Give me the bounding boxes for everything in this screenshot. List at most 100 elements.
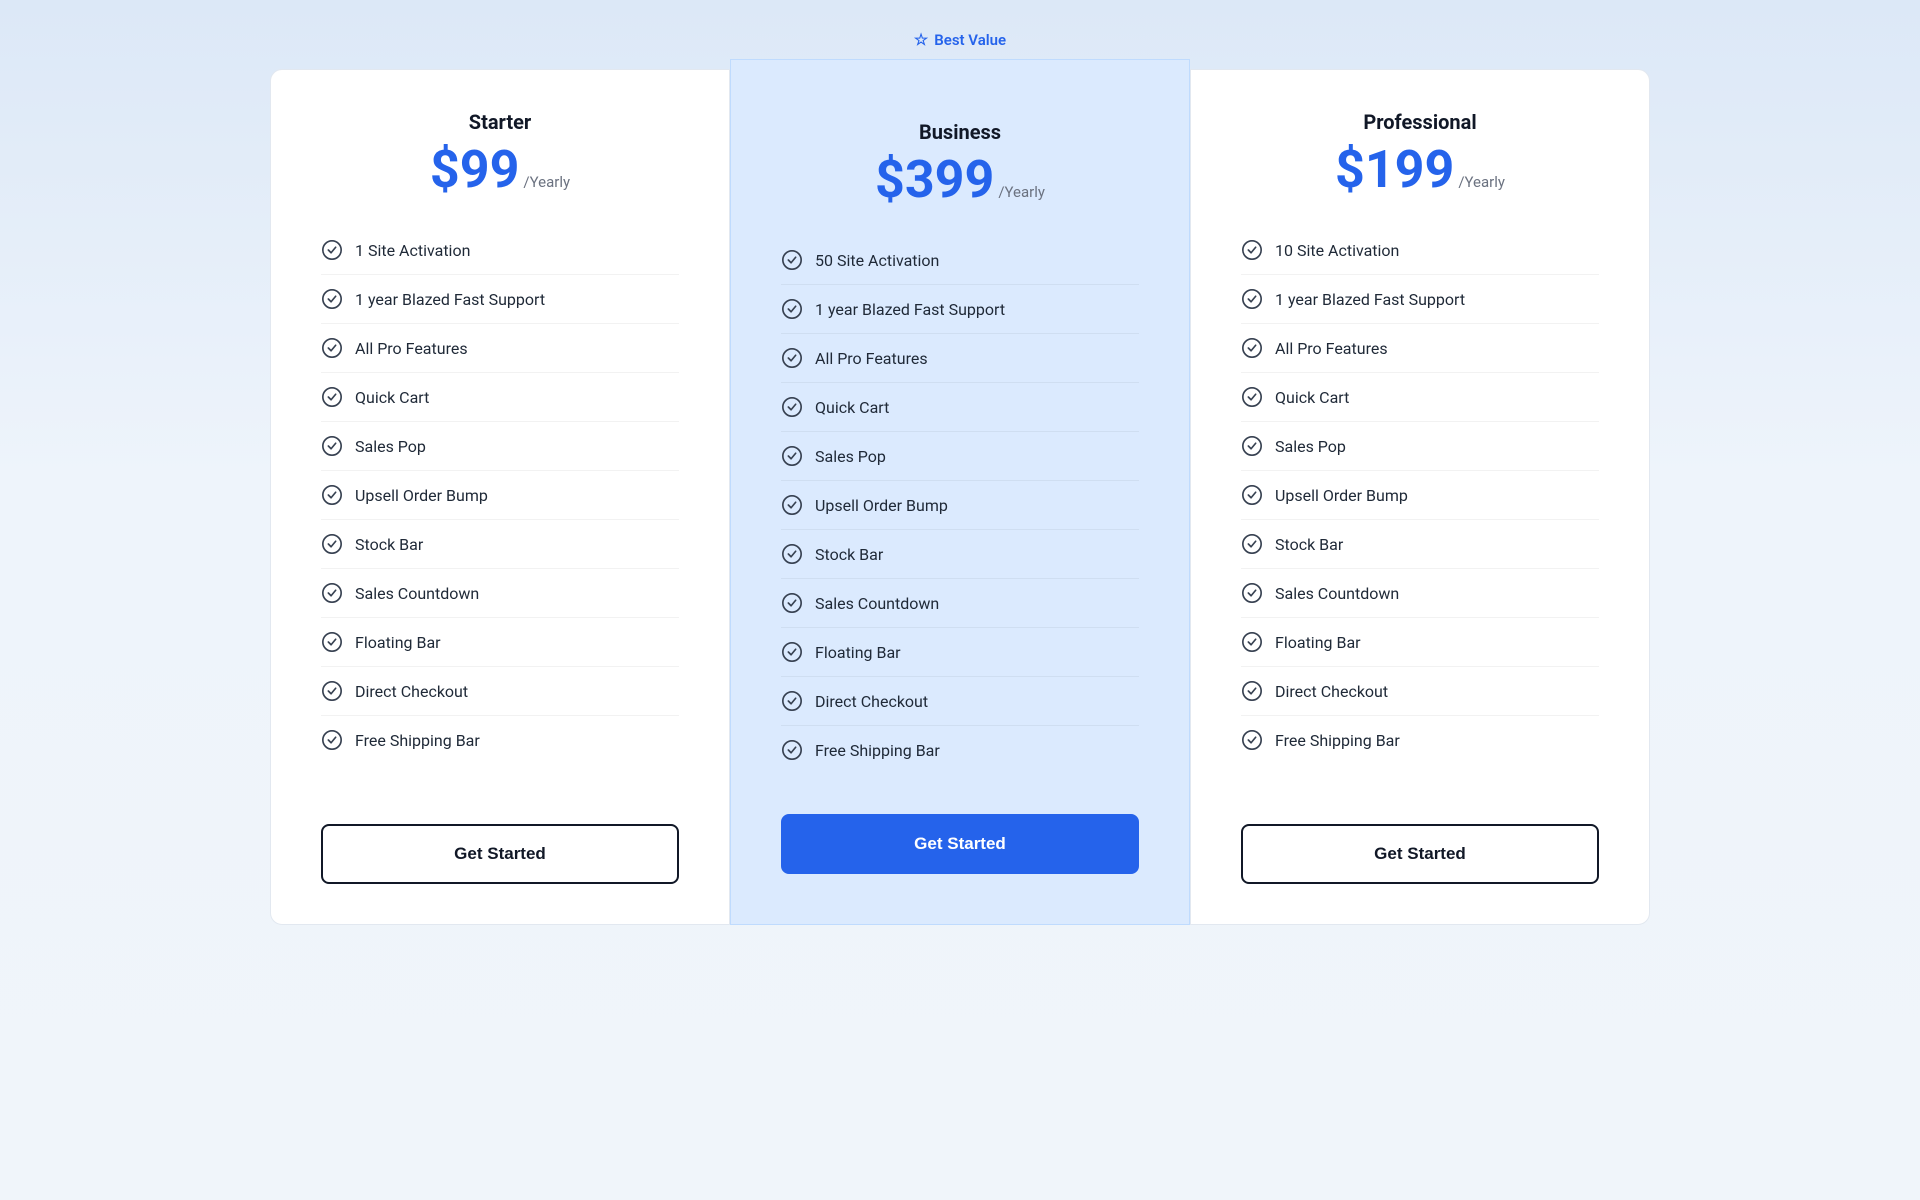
feature-item: 10 Site Activation <box>1241 226 1599 275</box>
check-circle-icon <box>321 239 343 261</box>
feature-label: Sales Countdown <box>815 594 939 613</box>
feature-item: Sales Countdown <box>321 569 679 618</box>
feature-item: Upsell Order Bump <box>321 471 679 520</box>
feature-item: Sales Pop <box>781 432 1139 481</box>
features-list-starter: 1 Site Activation 1 year Blazed Fast Sup… <box>321 226 679 784</box>
feature-item: All Pro Features <box>1241 324 1599 373</box>
feature-label: Free Shipping Bar <box>1275 731 1400 750</box>
feature-item: Quick Cart <box>781 383 1139 432</box>
check-circle-icon <box>321 533 343 555</box>
check-circle-icon <box>781 347 803 369</box>
check-circle-icon <box>321 582 343 604</box>
feature-item: All Pro Features <box>781 334 1139 383</box>
plan-period-professional: /Yearly <box>1458 173 1505 191</box>
get-started-button-business[interactable]: Get Started <box>781 814 1139 874</box>
feature-label: Free Shipping Bar <box>815 741 940 760</box>
plan-price-row-business: $399/Yearly <box>781 154 1139 206</box>
check-circle-icon <box>781 445 803 467</box>
feature-label: Floating Bar <box>355 633 441 652</box>
check-circle-icon <box>321 386 343 408</box>
plan-price-professional: $199 <box>1335 144 1454 196</box>
plan-name-business: Business <box>781 120 1139 144</box>
feature-item: Free Shipping Bar <box>781 726 1139 774</box>
check-circle-icon <box>781 592 803 614</box>
plan-name-starter: Starter <box>321 110 679 134</box>
feature-item: Sales Pop <box>1241 422 1599 471</box>
feature-label: 1 Site Activation <box>355 241 470 260</box>
feature-label: Quick Cart <box>1275 388 1349 407</box>
features-list-business: 50 Site Activation 1 year Blazed Fast Su… <box>781 236 1139 774</box>
feature-label: Sales Pop <box>1275 437 1346 456</box>
feature-item: Upsell Order Bump <box>1241 471 1599 520</box>
feature-label: All Pro Features <box>355 339 468 358</box>
check-circle-icon <box>781 494 803 516</box>
feature-label: 1 year Blazed Fast Support <box>355 290 545 309</box>
feature-item: Floating Bar <box>1241 618 1599 667</box>
feature-label: Sales Countdown <box>1275 584 1399 603</box>
best-value-label: Best Value <box>934 31 1006 49</box>
feature-item: All Pro Features <box>321 324 679 373</box>
check-circle-icon <box>1241 239 1263 261</box>
features-list-professional: 10 Site Activation 1 year Blazed Fast Su… <box>1241 226 1599 784</box>
feature-label: 10 Site Activation <box>1275 241 1399 260</box>
check-circle-icon <box>781 396 803 418</box>
check-circle-icon <box>1241 386 1263 408</box>
check-circle-icon <box>321 729 343 751</box>
plan-period-starter: /Yearly <box>523 173 570 191</box>
plan-card-professional: Professional$199/Yearly 10 Site Activati… <box>1190 69 1650 925</box>
feature-item: Sales Pop <box>321 422 679 471</box>
get-started-button-starter[interactable]: Get Started <box>321 824 679 884</box>
feature-label: Upsell Order Bump <box>1275 486 1408 505</box>
plan-price-row-starter: $99/Yearly <box>321 144 679 196</box>
plan-price-business: $399 <box>875 154 994 206</box>
star-icon: ☆ <box>914 30 928 49</box>
feature-label: Sales Countdown <box>355 584 479 603</box>
check-circle-icon <box>321 435 343 457</box>
feature-item: 1 year Blazed Fast Support <box>1241 275 1599 324</box>
feature-label: Stock Bar <box>355 535 423 554</box>
plan-card-business: Business $399/Yearly 50 Site Activation 1… <box>730 59 1190 925</box>
check-circle-icon <box>321 680 343 702</box>
feature-item: Quick Cart <box>1241 373 1599 422</box>
feature-label: 1 year Blazed Fast Support <box>1275 290 1465 309</box>
feature-label: Sales Pop <box>815 447 886 466</box>
check-circle-icon <box>781 641 803 663</box>
check-circle-icon <box>1241 435 1263 457</box>
feature-label: Free Shipping Bar <box>355 731 480 750</box>
get-started-button-professional[interactable]: Get Started <box>1241 824 1599 884</box>
feature-label: Stock Bar <box>815 545 883 564</box>
feature-label: All Pro Features <box>815 349 928 368</box>
check-circle-icon <box>781 739 803 761</box>
check-circle-icon <box>781 298 803 320</box>
feature-label: Floating Bar <box>1275 633 1361 652</box>
feature-item: Direct Checkout <box>321 667 679 716</box>
feature-item: Quick Cart <box>321 373 679 422</box>
feature-item: Stock Bar <box>1241 520 1599 569</box>
feature-label: Direct Checkout <box>355 682 468 701</box>
check-circle-icon <box>1241 533 1263 555</box>
feature-label: Quick Cart <box>355 388 429 407</box>
pricing-container: Starter $99/Yearly 1 Site Activation 1 ye… <box>270 69 1650 925</box>
feature-item: Upsell Order Bump <box>781 481 1139 530</box>
check-circle-icon <box>321 631 343 653</box>
feature-item: Floating Bar <box>781 628 1139 677</box>
check-circle-icon <box>1241 484 1263 506</box>
feature-label: Floating Bar <box>815 643 901 662</box>
check-circle-icon <box>1241 337 1263 359</box>
feature-item: Sales Countdown <box>1241 569 1599 618</box>
check-circle-icon <box>1241 582 1263 604</box>
plan-period-business: /Yearly <box>998 183 1045 201</box>
feature-item: Direct Checkout <box>1241 667 1599 716</box>
check-circle-icon <box>1241 631 1263 653</box>
plan-card-starter: Starter $99/Yearly 1 Site Activation 1 ye… <box>270 69 730 925</box>
feature-item: 1 year Blazed Fast Support <box>321 275 679 324</box>
feature-item: Stock Bar <box>321 520 679 569</box>
feature-label: Upsell Order Bump <box>355 486 488 505</box>
check-circle-icon <box>1241 288 1263 310</box>
feature-label: Sales Pop <box>355 437 426 456</box>
check-circle-icon <box>321 484 343 506</box>
check-circle-icon <box>1241 680 1263 702</box>
feature-item: Stock Bar <box>781 530 1139 579</box>
feature-item: Direct Checkout <box>781 677 1139 726</box>
check-circle-icon <box>321 288 343 310</box>
